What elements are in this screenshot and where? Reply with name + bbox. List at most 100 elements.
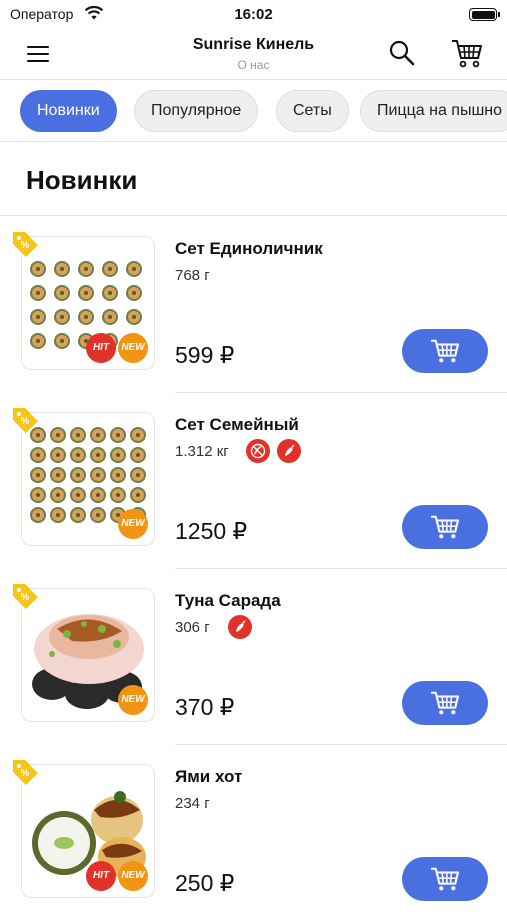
sushi-roll: [50, 447, 66, 463]
sushi-roll: [50, 507, 66, 523]
product-name[interactable]: Сет Семейный: [175, 415, 299, 435]
sushi-roll: [30, 467, 46, 483]
sushi-roll: [126, 261, 142, 277]
product-properties: [228, 615, 255, 644]
product-weight: 768 г: [175, 267, 210, 284]
sushi-roll: [110, 447, 126, 463]
sushi-roll: [50, 467, 66, 483]
cart-icon: [431, 515, 460, 539]
category-tabs: Новинки Популярное Сеты Пицца на пышно: [0, 80, 507, 142]
sushi-roll: [54, 333, 70, 349]
tab-novinki[interactable]: Новинки: [20, 90, 117, 132]
cart-icon: [431, 339, 460, 363]
sushi-roll: [30, 261, 46, 277]
svg-text:%: %: [21, 592, 30, 603]
cart-icon: [431, 691, 460, 715]
product-name[interactable]: Сет Единоличник: [175, 239, 323, 259]
svg-text:%: %: [21, 768, 30, 779]
hit-badge: HIT: [86, 861, 116, 891]
sushi-roll: [126, 285, 142, 301]
product-item[interactable]: NEW % Туна Сарада 306 г 370 ₽: [0, 569, 507, 745]
sushi-roll: [90, 447, 106, 463]
new-badge: NEW: [118, 861, 148, 891]
discount-tag-icon: %: [13, 408, 38, 433]
tab-pizza[interactable]: Пицца на пышно: [360, 90, 507, 132]
product-item[interactable]: HIT NEW % Ями хот 234 г 250 ₽: [0, 745, 507, 921]
product-price: 599 ₽: [175, 342, 235, 368]
sushi-roll: [110, 427, 126, 443]
svg-text:%: %: [21, 240, 30, 251]
sushi-roll: [78, 261, 94, 277]
sushi-roll: [90, 467, 106, 483]
sushi-roll: [78, 309, 94, 325]
product-weight: 234 г: [175, 795, 210, 812]
sushi-roll: [30, 333, 46, 349]
sushi-roll: [30, 447, 46, 463]
status-bar: Оператор 16:02: [0, 0, 507, 28]
product-item[interactable]: HIT NEW % Сет Единоличник 768 г 599 ₽: [0, 217, 507, 393]
no-spicy-icon: [246, 439, 270, 463]
sushi-roll: [54, 309, 70, 325]
about-link[interactable]: О нас: [0, 58, 507, 72]
svg-text:%: %: [21, 416, 30, 427]
tab-popular[interactable]: Популярное: [134, 90, 259, 132]
chili-icon: [277, 439, 302, 463]
add-to-cart-button[interactable]: [402, 329, 488, 373]
product-item[interactable]: NEW % Сет Семейный 1.312 кг 1250 ₽: [0, 393, 507, 569]
product-image[interactable]: HIT NEW: [21, 764, 155, 898]
sushi-roll: [50, 487, 66, 503]
sushi-roll: [30, 285, 46, 301]
add-to-cart-button[interactable]: [402, 505, 488, 549]
sushi-roll: [130, 487, 146, 503]
sushi-roll: [70, 427, 86, 443]
product-price: 370 ₽: [175, 694, 235, 720]
sushi-roll: [102, 285, 118, 301]
product-weight: 306 г: [175, 619, 210, 636]
sushi-roll: [90, 427, 106, 443]
sushi-roll: [130, 447, 146, 463]
restaurant-title[interactable]: Sunrise Кинель: [0, 36, 507, 54]
product-image[interactable]: HIT NEW: [21, 236, 155, 370]
clock: 16:02: [234, 6, 273, 23]
section-title: Новинки: [26, 165, 138, 195]
sushi-roll: [30, 507, 46, 523]
product-name[interactable]: Туна Сарада: [175, 591, 281, 611]
sushi-roll: [102, 309, 118, 325]
nav-bar: Sunrise Кинель О нас: [0, 28, 507, 80]
sushi-roll: [54, 285, 70, 301]
sushi-roll: [30, 309, 46, 325]
product-image[interactable]: NEW: [21, 412, 155, 546]
add-to-cart-button[interactable]: [402, 681, 488, 725]
sushi-roll: [110, 467, 126, 483]
sushi-roll: [70, 487, 86, 503]
sushi-roll: [70, 507, 86, 523]
discount-tag-icon: %: [13, 760, 38, 785]
chili-icon: [228, 615, 252, 639]
sushi-roll: [126, 309, 142, 325]
sushi-roll: [110, 487, 126, 503]
sushi-roll: [70, 447, 86, 463]
divider: [0, 215, 507, 216]
sushi-roll: [102, 261, 118, 277]
cart-icon[interactable]: [450, 37, 484, 69]
product-name[interactable]: Ями хот: [175, 767, 242, 787]
battery-icon: [469, 8, 500, 21]
sushi-roll: [90, 487, 106, 503]
sushi-roll: [130, 467, 146, 483]
new-badge: NEW: [118, 333, 148, 363]
product-price: 1250 ₽: [175, 518, 248, 544]
sushi-roll: [78, 285, 94, 301]
new-badge: NEW: [118, 685, 148, 715]
product-properties: [246, 439, 304, 468]
sushi-roll: [90, 507, 106, 523]
add-to-cart-button[interactable]: [402, 857, 488, 901]
search-icon[interactable]: [388, 39, 416, 67]
sushi-roll: [30, 487, 46, 503]
sushi-roll: [70, 467, 86, 483]
product-image[interactable]: NEW: [21, 588, 155, 722]
product-price: 250 ₽: [175, 870, 235, 896]
hit-badge: HIT: [86, 333, 116, 363]
tab-sets[interactable]: Сеты: [276, 90, 349, 132]
product-weight: 1.312 кг: [175, 443, 229, 460]
cart-icon: [431, 867, 460, 891]
